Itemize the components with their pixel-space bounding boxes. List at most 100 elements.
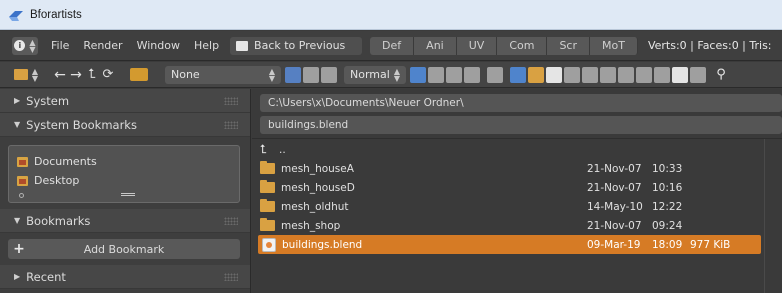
bookmark-item-documents[interactable]: Documents	[17, 152, 239, 171]
file-time: 18:09	[652, 238, 683, 251]
filter-folders-icon[interactable]	[528, 66, 544, 83]
parent-dir-icon: ⮤	[260, 142, 268, 156]
drag-grip-icon[interactable]	[224, 273, 238, 281]
editor-type-button-2[interactable]: ▲ ▼	[12, 65, 40, 85]
filter-movie-icon[interactable]	[600, 66, 616, 83]
chevron-updown-icon: ▲ ▼	[393, 66, 400, 83]
panel-bookmarks[interactable]: ▼ Bookmarks	[0, 209, 250, 233]
file-list: ⮤ .. mesh_houseA 21-Nov-07 10:33 mesh_ho…	[252, 138, 782, 293]
filter-script-icon[interactable]	[618, 66, 634, 83]
sort-alpha-icon[interactable]	[410, 66, 426, 83]
filter-toggle-icon[interactable]	[510, 66, 526, 83]
drag-grip-icon[interactable]	[224, 121, 238, 129]
system-bookmark-list: Documents Desktop	[8, 145, 240, 203]
add-bookmark-label: Add Bookmark	[83, 242, 165, 256]
sort-ext-icon[interactable]	[428, 66, 444, 83]
panel-system-label: System	[26, 93, 70, 108]
tab-def[interactable]: Def	[370, 36, 415, 55]
short-list-icon[interactable]	[285, 66, 301, 83]
chevron-updown-icon: ▲ ▼	[31, 66, 39, 83]
display-size-value: Normal	[350, 68, 390, 81]
menu-help[interactable]: Help	[187, 39, 226, 52]
panel-system-bookmarks-label: System Bookmarks	[26, 117, 137, 132]
filter-backup-icon[interactable]	[564, 66, 580, 83]
sidebar: ▶ System ▼ System Bookmarks Documents De…	[0, 89, 251, 293]
tab-ani[interactable]: Ani	[414, 36, 457, 55]
refresh-button[interactable]: ⟳	[100, 65, 116, 85]
tab-scr[interactable]: Scr	[547, 36, 591, 55]
sort-size-icon[interactable]	[464, 66, 480, 83]
list-resize-handle[interactable]	[121, 193, 135, 196]
folder-icon	[260, 180, 275, 193]
tab-mot[interactable]: MoT	[590, 36, 638, 55]
bookmark-folder-icon	[17, 156, 28, 167]
filter-blend-icon[interactable]	[546, 66, 562, 83]
filter-image-icon[interactable]	[582, 66, 598, 83]
filter-text-icon[interactable]	[672, 66, 688, 83]
panel-system[interactable]: ▶ System	[0, 89, 250, 113]
file-row[interactable]: mesh_shop 21-Nov-07 09:24	[258, 216, 761, 235]
bookmark-item-desktop[interactable]: Desktop	[17, 171, 239, 190]
filename-field[interactable]: buildings.blend	[260, 116, 782, 134]
back-to-previous-button[interactable]: Back to Previous	[230, 36, 363, 55]
file-time: 10:16	[652, 181, 683, 194]
tab-uv[interactable]: UV	[456, 36, 498, 55]
forward-arrow-button[interactable]: →	[68, 65, 84, 85]
file-date: 21-Nov-07	[587, 219, 642, 232]
list-filter-icon[interactable]	[19, 193, 24, 198]
file-row[interactable]: mesh_houseA 21-Nov-07 10:33	[258, 159, 761, 178]
info-icon: i	[14, 40, 26, 51]
column-divider	[764, 139, 765, 293]
search-icon[interactable]: ⚲	[713, 65, 729, 85]
thumbnails-icon[interactable]	[321, 66, 337, 83]
screen-tabs: Def Ani UV Com Scr MoT	[370, 36, 638, 55]
tab-com[interactable]: Com	[497, 36, 548, 55]
menu-file[interactable]: File	[44, 39, 76, 52]
panel-bookmarks-label: Bookmarks	[26, 213, 91, 228]
file-row[interactable]: mesh_oldhut 14-May-10 12:22	[258, 197, 761, 216]
menu-window[interactable]: Window	[130, 39, 187, 52]
file-date: 21-Nov-07	[587, 181, 642, 194]
panel-system-bookmarks[interactable]: ▼ System Bookmarks	[0, 113, 250, 137]
file-name: buildings.blend	[282, 238, 363, 251]
hide-dot-files-icon[interactable]	[487, 66, 503, 83]
info-header: i ▲ ▼ File Render Window Help Back to Pre…	[0, 31, 782, 61]
plus-icon: +	[13, 241, 25, 257]
parent-directory-row[interactable]: ⮤ ..	[258, 140, 761, 159]
triangle-right-icon: ▶	[14, 272, 21, 281]
long-list-icon[interactable]	[303, 66, 319, 83]
new-folder-icon[interactable]	[130, 68, 148, 81]
drag-grip-icon[interactable]	[224, 97, 238, 105]
file-row[interactable]: mesh_houseD 21-Nov-07 10:16	[258, 178, 761, 197]
file-date: 09-Mar-19	[587, 238, 641, 251]
file-row-selected[interactable]: buildings.blend 09-Mar-19 18:09 977 KiB	[258, 235, 761, 254]
bookmark-item-label: Documents	[34, 155, 97, 168]
panel-recent[interactable]: ▶ Recent	[0, 265, 250, 289]
filter-sound-icon[interactable]	[654, 66, 670, 83]
sort-time-icon[interactable]	[446, 66, 462, 83]
file-browser-toolbar: ▲ ▼ ← → ⮤ ⟳ None ▲ ▼ Normal ▲ ▼ ⚲	[0, 62, 782, 88]
file-browser-icon	[13, 69, 28, 80]
parent-dir-button[interactable]: ⮤	[84, 65, 100, 85]
display-size-dropdown[interactable]: Normal ▲ ▼	[344, 65, 406, 84]
drag-grip-icon[interactable]	[224, 217, 238, 225]
window-title: Bforartists	[30, 8, 82, 21]
file-date: 21-Nov-07	[587, 162, 642, 175]
directory-path-field[interactable]: C:\Users\x\Documents\Neuer Ordner\	[260, 94, 782, 112]
filter-dropdown[interactable]: None ▲ ▼	[165, 65, 281, 84]
menu-render[interactable]: Render	[76, 39, 129, 52]
back-to-previous-label: Back to Previous	[254, 39, 346, 52]
filter-volume-icon[interactable]	[690, 66, 706, 83]
file-name: mesh_houseA	[281, 162, 354, 175]
filter-font-icon[interactable]	[636, 66, 652, 83]
blend-file-icon	[262, 237, 276, 252]
file-date: 14-May-10	[587, 200, 643, 213]
triangle-down-icon: ▼	[14, 216, 21, 225]
file-name: mesh_oldhut	[281, 200, 349, 213]
back-arrow-button[interactable]: ←	[52, 65, 68, 85]
triangle-right-icon: ▶	[14, 96, 21, 105]
file-time: 10:33	[652, 162, 683, 175]
panel-recent-label: Recent	[26, 269, 66, 284]
add-bookmark-button[interactable]: + Add Bookmark	[8, 239, 240, 259]
editor-type-button[interactable]: i ▲ ▼	[12, 36, 38, 55]
